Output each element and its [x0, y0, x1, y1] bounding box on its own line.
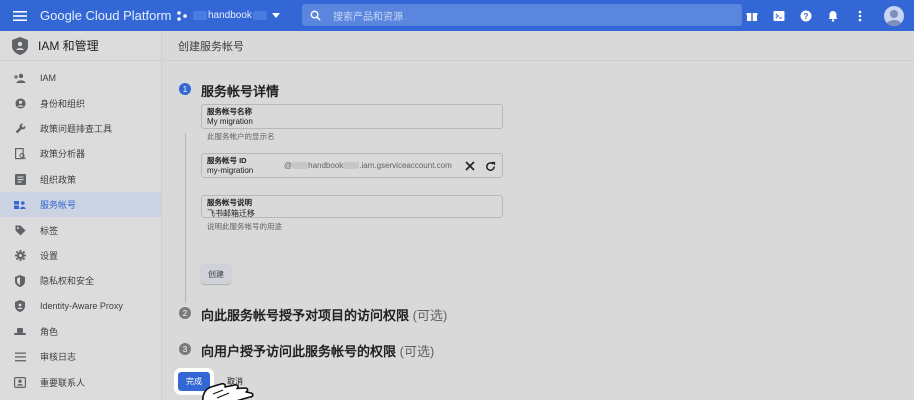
- clear-icon[interactable]: [464, 160, 476, 172]
- sidebar-header: IAM 和管理: [0, 31, 161, 61]
- redacted-block: [292, 162, 309, 170]
- name-hint: 此服务帐户的显示名: [207, 132, 275, 141]
- sidebar-item-identity-aware-proxy[interactable]: Identity-Aware Proxy: [0, 294, 161, 319]
- sidebar-item-label: 隐私权和安全: [40, 276, 95, 287]
- list-icon: [14, 351, 26, 363]
- service-account-icon: [14, 199, 26, 211]
- proxy-shield-icon: [14, 300, 26, 313]
- description-hint: 说明此服务帐号的用途: [207, 222, 282, 231]
- step-2-optional: (可选): [412, 308, 448, 323]
- sidebar-item-label: IAM: [40, 72, 57, 83]
- project-name: handbook: [208, 10, 252, 21]
- sidebar-item-label: 审核日志: [40, 352, 77, 363]
- sidebar-item-label: 角色: [40, 327, 59, 338]
- shield-icon: [14, 274, 26, 287]
- cloud-shell-icon[interactable]: [772, 9, 786, 23]
- sidebar-item-service-accounts[interactable]: 服务帐号: [0, 191, 161, 218]
- person-add-icon: [14, 72, 26, 84]
- create-button[interactable]: 创建: [201, 264, 231, 284]
- step-2-title[interactable]: 向此服务帐号授予对项目的访问权限 (可选): [201, 305, 447, 324]
- step-2-title-text: 向此服务帐号授予对项目的访问权限: [201, 308, 410, 323]
- redacted-block: [193, 11, 207, 20]
- suffix-at: @: [284, 161, 293, 170]
- document-search-icon: [14, 147, 26, 160]
- step-3-number: 3: [179, 343, 191, 355]
- top-actions: ?: [745, 0, 904, 31]
- step-1-number: 1: [179, 83, 191, 95]
- user-avatar[interactable]: [884, 5, 904, 26]
- sidebar-item-essential-contacts[interactable]: 重要联系人: [0, 370, 161, 395]
- search-icon: [310, 10, 321, 21]
- step-2-number: 2: [179, 307, 191, 319]
- more-vert-icon[interactable]: [853, 9, 867, 23]
- sidebar-item-privacy-security[interactable]: 隐私权和安全: [0, 268, 161, 293]
- step-1-title[interactable]: 服务帐号详情: [201, 81, 279, 100]
- hamburger-menu-icon: [13, 10, 27, 21]
- step-3-title-text: 向用户授予访问此服务帐号的权限: [201, 344, 397, 359]
- menu-button[interactable]: [0, 0, 40, 31]
- tag-icon: [14, 224, 26, 236]
- field-value: 飞书邮箱迁移: [207, 209, 255, 218]
- help-icon[interactable]: ?: [799, 9, 813, 23]
- gear-icon: [14, 249, 26, 261]
- refresh-icon[interactable]: [484, 160, 496, 172]
- sidebar-item-label: Identity-Aware Proxy: [40, 301, 123, 312]
- svg-text:?: ?: [804, 12, 809, 21]
- list-box-icon: [14, 173, 26, 185]
- sidebar-item-label: 设置: [40, 250, 59, 261]
- sidebar-title: IAM 和管理: [38, 39, 99, 53]
- avatar-person-icon: [886, 9, 902, 26]
- chevron-down-icon: [271, 12, 280, 18]
- sidebar-item-label: 身份和组织: [40, 98, 86, 109]
- sidebar-item-settings[interactable]: 设置: [0, 243, 161, 268]
- top-app-bar: Google Cloud Platform handbook 搜索产品和资源 ?: [0, 0, 914, 31]
- iam-shield-icon: [12, 36, 28, 55]
- sidebar-item-roles[interactable]: 角色: [0, 319, 161, 344]
- sidebar-item-audit-logs[interactable]: 审核日志: [0, 344, 161, 369]
- field-value: My migration: [207, 117, 253, 126]
- field-value: my-migration: [207, 166, 254, 175]
- sidebar-item-label: 组织政策: [40, 174, 77, 185]
- service-account-description-field[interactable]: 服务帐号说明 飞书邮箱迁移: [201, 195, 503, 218]
- brand-title[interactable]: Google Cloud Platform: [40, 8, 172, 23]
- sidebar-item-policy-analyzer[interactable]: 政策分析器: [0, 141, 161, 166]
- sidebar-item-label: 政策分析器: [40, 149, 86, 160]
- field-label: 服务帐号名称: [207, 107, 252, 116]
- stepper-line: [185, 133, 186, 303]
- field-label: 服务帐号说明: [207, 198, 252, 207]
- wrench-icon: [14, 122, 26, 134]
- search-placeholder: 搜索产品和资源: [333, 11, 403, 23]
- redacted-block: [252, 11, 267, 20]
- contact-card-icon: [14, 376, 26, 388]
- project-selector[interactable]: handbook: [176, 10, 286, 22]
- field-label: 服务帐号 ID: [207, 156, 247, 165]
- sidebar-item-label: 重要联系人: [40, 377, 86, 388]
- project-dots-icon: [177, 10, 187, 21]
- sidebar-item-org-policies[interactable]: 组织政策: [0, 167, 161, 192]
- sidebar-item-iam[interactable]: IAM: [0, 65, 161, 90]
- hand-pointer-cursor-icon: [202, 382, 254, 400]
- suffix-project: handbook: [308, 161, 344, 170]
- hat-icon: [14, 326, 26, 338]
- sidebar-item-label: 标签: [40, 225, 59, 236]
- step-3-title[interactable]: 向用户授予访问此服务帐号的权限 (可选): [201, 341, 434, 360]
- page-title: 创建服务帐号: [163, 31, 914, 61]
- main-content: 创建服务帐号 1 服务帐号详情 服务帐号名称 My migration 此服务帐…: [163, 31, 914, 400]
- gift-icon[interactable]: [745, 9, 759, 23]
- id-email-suffix: @ handbook .iam.gserviceaccount.com: [284, 161, 452, 170]
- service-account-name-field[interactable]: 服务帐号名称 My migration: [201, 104, 503, 129]
- account-circle-icon: [14, 97, 26, 109]
- sidebar-item-label: 服务帐号: [40, 200, 77, 211]
- redacted-block: [343, 162, 360, 170]
- suffix-domain: .iam.gserviceaccount.com: [359, 161, 452, 170]
- notifications-bell-icon[interactable]: [826, 9, 840, 23]
- search-bar[interactable]: 搜索产品和资源: [302, 4, 742, 26]
- sidebar-nav: IAM 身份和组织 政策问题排查工具 政策分析器 组织政策 服务帐号 标签 设置…: [0, 61, 161, 395]
- sidebar-item-tags[interactable]: 标签: [0, 217, 161, 242]
- step-3-optional: (可选): [399, 344, 435, 359]
- sidebar-item-policy-troubleshooter[interactable]: 政策问题排查工具: [0, 116, 161, 141]
- sidebar-item-identity[interactable]: 身份和组织: [0, 90, 161, 115]
- sidebar-item-label: 政策问题排查工具: [40, 123, 113, 134]
- sidebar: IAM 和管理 IAM 身份和组织 政策问题排查工具 政策分析器 组织政策 服务…: [0, 31, 162, 400]
